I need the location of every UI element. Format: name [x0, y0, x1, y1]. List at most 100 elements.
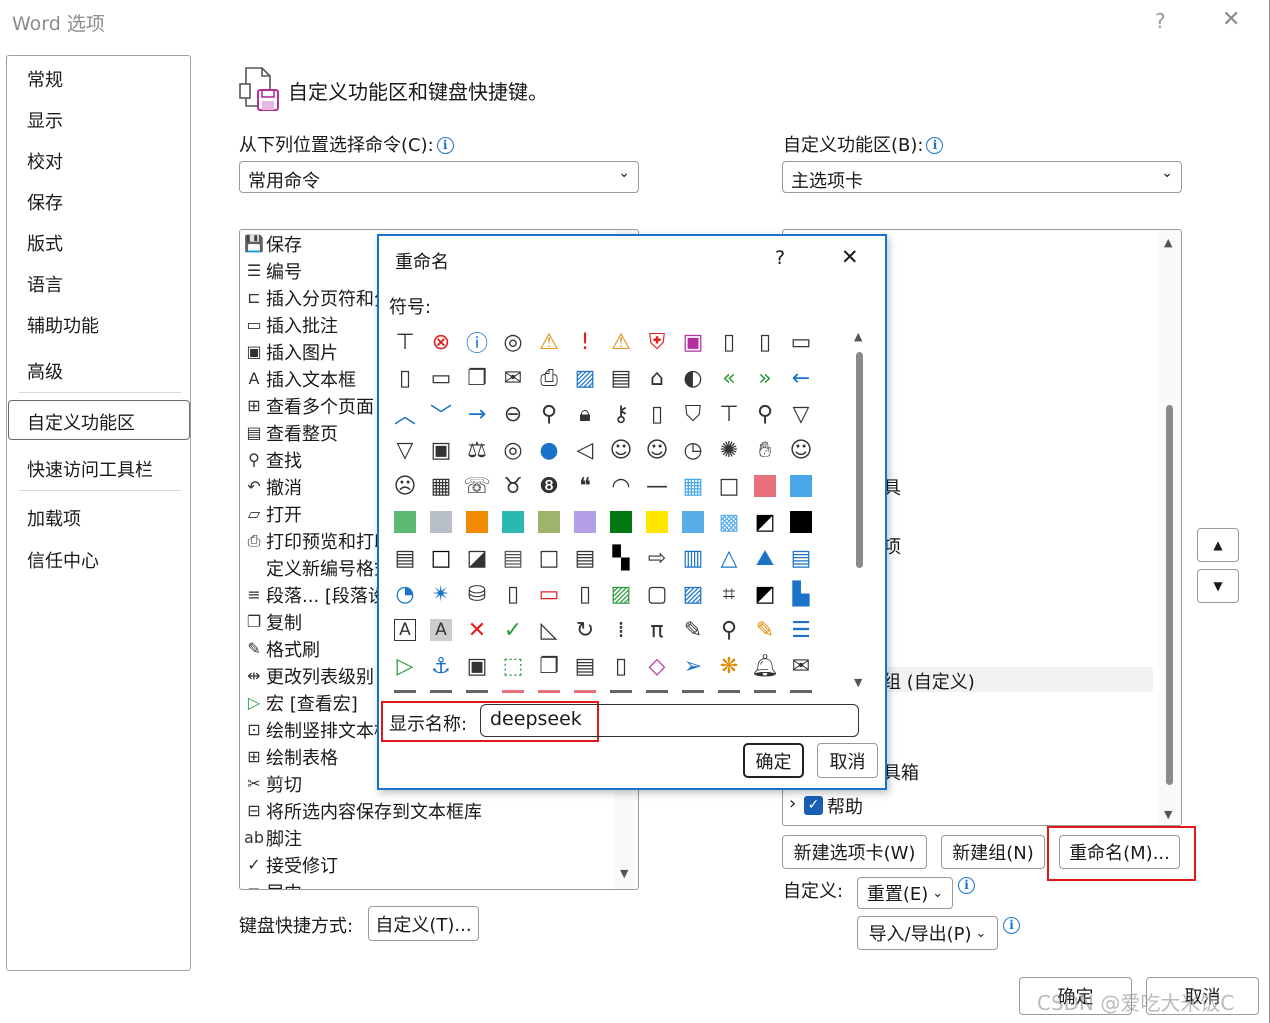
green-check-icon[interactable]: ✓: [495, 612, 531, 648]
command-item[interactable]: ▤ 查看整页: [242, 419, 338, 446]
bar-chart-icon[interactable]: ▥: [675, 540, 711, 576]
palette-icon[interactable]: ◐: [675, 360, 711, 396]
partial-symbol-icon[interactable]: [459, 684, 495, 696]
overlap-circles-icon[interactable]: ◎: [495, 432, 531, 468]
nav-item-trust-center[interactable]: 信任中心: [27, 547, 99, 573]
user-outline-icon[interactable]: ☺: [603, 432, 639, 468]
mountain-chart-icon[interactable]: ⛰: [747, 540, 783, 576]
bookmark-icon[interactable]: ⛉: [675, 396, 711, 432]
tree-expand-icon[interactable]: ›: [789, 793, 796, 814]
chevron-up-icon[interactable]: ︿: [387, 396, 423, 432]
pin-icon[interactable]: ⚲: [531, 396, 567, 432]
nav-item-advanced[interactable]: 高级: [27, 358, 63, 384]
command-item[interactable]: ↶ 撤消: [242, 473, 302, 500]
picture-icon[interactable]: ▨: [567, 360, 603, 396]
dialog-help-icon[interactable]: ?: [775, 247, 785, 269]
funnel-icon[interactable]: ▽: [387, 432, 423, 468]
partial-symbol-icon[interactable]: [783, 684, 819, 696]
eye-icon[interactable]: ◠: [603, 468, 639, 504]
lavender-square-icon[interactable]: [567, 504, 603, 540]
dash-icon[interactable]: —: [639, 468, 675, 504]
left-arrow-icon[interactable]: ←: [783, 360, 819, 396]
dialog-close-icon[interactable]: ✕: [841, 245, 859, 269]
tree-item-fragment[interactable]: 具箱: [883, 759, 919, 785]
import-export-dropdown[interactable]: 导入/导出(P) ⌄: [857, 916, 998, 950]
checker-icon[interactable]: ▚: [603, 540, 639, 576]
nav-item-display[interactable]: 显示: [27, 107, 63, 133]
nav-item-save[interactable]: 保存: [27, 189, 63, 215]
butterfly-icon[interactable]: ❋: [711, 648, 747, 684]
nav-item-layout[interactable]: 版式: [27, 230, 63, 256]
nav-item-accessibility[interactable]: 辅助功能: [27, 312, 99, 338]
new-tab-button[interactable]: 新建选项卡(W): [782, 835, 927, 869]
cylinder-icon[interactable]: ▯: [495, 576, 531, 612]
red-x-icon[interactable]: ✕: [459, 612, 495, 648]
scroll-thumb[interactable]: [1166, 405, 1173, 785]
info-icon[interactable]: i: [436, 137, 454, 154]
close-icon[interactable]: ✕: [1222, 7, 1240, 32]
piggy-bank-icon[interactable]: ♉: [495, 468, 531, 504]
circle-arrow-icon[interactable]: ⇨: [639, 540, 675, 576]
clipboard-icon[interactable]: ▤: [603, 360, 639, 396]
folder-open-icon[interactable]: ▭: [423, 360, 459, 396]
partial-symbol-icon[interactable]: [675, 684, 711, 696]
hatched-square-icon[interactable]: ▩: [711, 504, 747, 540]
dark-green-square-icon[interactable]: [603, 504, 639, 540]
striped-square-icon[interactable]: ▤: [567, 540, 603, 576]
slash-square-icon[interactable]: ◪: [459, 540, 495, 576]
command-item[interactable]: ✓ 接受修订: [242, 851, 338, 878]
nav-item-proofing[interactable]: 校对: [27, 148, 63, 174]
hierarchy-icon[interactable]: ⊤: [387, 324, 423, 360]
letter-a-shaded-icon[interactable]: A: [430, 619, 452, 641]
brush-icon[interactable]: ✎: [747, 612, 783, 648]
double-right-arrow-icon[interactable]: »: [747, 360, 783, 396]
partial-symbol-icon[interactable]: [531, 684, 567, 696]
info-icon[interactable]: i: [926, 137, 944, 154]
scales-icon[interactable]: ⚖: [459, 432, 495, 468]
scroll-thumb[interactable]: [856, 352, 863, 568]
partial-symbol-icon[interactable]: [495, 684, 531, 696]
command-item[interactable]: ⊡ 绘制竖排文本框: [242, 716, 392, 743]
nav-item-customize-ribbon[interactable]: 自定义功能区: [27, 409, 135, 435]
id-card-icon[interactable]: ▣: [423, 432, 459, 468]
help-tab-checkbox[interactable]: ✓: [804, 796, 823, 815]
eight-ball-icon[interactable]: ❽: [531, 468, 567, 504]
key-icon[interactable]: ⚷: [603, 396, 639, 432]
command-item[interactable]: ⊞ 绘制表格: [242, 743, 338, 770]
command-item[interactable]: 💾 保存: [242, 230, 302, 257]
bell-icon[interactable]: 🔔︎: [747, 648, 783, 684]
dotted-shape-icon[interactable]: ⬚: [495, 648, 531, 684]
command-item[interactable]: ≡ 段落... [段落设: [242, 581, 386, 608]
calculator-icon[interactable]: ▦: [423, 468, 459, 504]
nav-item-quick-access-toolbar[interactable]: 快速访问工具栏: [27, 456, 153, 482]
radar-icon[interactable]: ✴: [423, 576, 459, 612]
command-item[interactable]: ⊟ 将所选内容保存到文本框库: [242, 797, 482, 824]
magnifier-icon[interactable]: ⚲: [747, 396, 783, 432]
info-icon[interactable]: ⓘ: [459, 324, 495, 360]
anchor-icon[interactable]: ⚓︎: [423, 648, 459, 684]
user-icon[interactable]: ☺: [639, 432, 675, 468]
duplicate-icon[interactable]: ❐: [531, 648, 567, 684]
command-item[interactable]: ⊏ 插入分页符和分: [242, 284, 392, 311]
database-icon[interactable]: ⛁: [459, 576, 495, 612]
document-check-icon[interactable]: ▯: [747, 324, 783, 360]
exclamation-icon[interactable]: !: [567, 324, 603, 360]
partial-symbol-icon[interactable]: [603, 684, 639, 696]
gray-square-icon[interactable]: [423, 504, 459, 540]
white-square-icon[interactable]: □: [531, 540, 567, 576]
black-square-icon[interactable]: [783, 504, 819, 540]
shield-icon[interactable]: ⛨: [639, 324, 675, 360]
tree-item-custom-group[interactable]: 组 (自定义): [883, 668, 975, 694]
play-icon[interactable]: ▷: [387, 648, 423, 684]
move-down-button[interactable]: ▼: [1197, 569, 1239, 603]
partial-symbol-icon[interactable]: [747, 684, 783, 696]
gradient-square-icon[interactable]: ▤: [387, 540, 423, 576]
partial-symbol-icon[interactable]: [423, 684, 459, 696]
display-name-input[interactable]: deepseek: [480, 704, 859, 737]
error-circle-icon[interactable]: ⊗: [423, 324, 459, 360]
partial-symbol-icon[interactable]: [639, 684, 675, 696]
scroll-up-icon[interactable]: ▲: [1164, 236, 1172, 249]
command-item[interactable]: ⎙ 打印预览和打印: [242, 527, 392, 554]
home-icon[interactable]: ⌂: [639, 360, 675, 396]
smiley-icon[interactable]: ☺: [783, 432, 819, 468]
